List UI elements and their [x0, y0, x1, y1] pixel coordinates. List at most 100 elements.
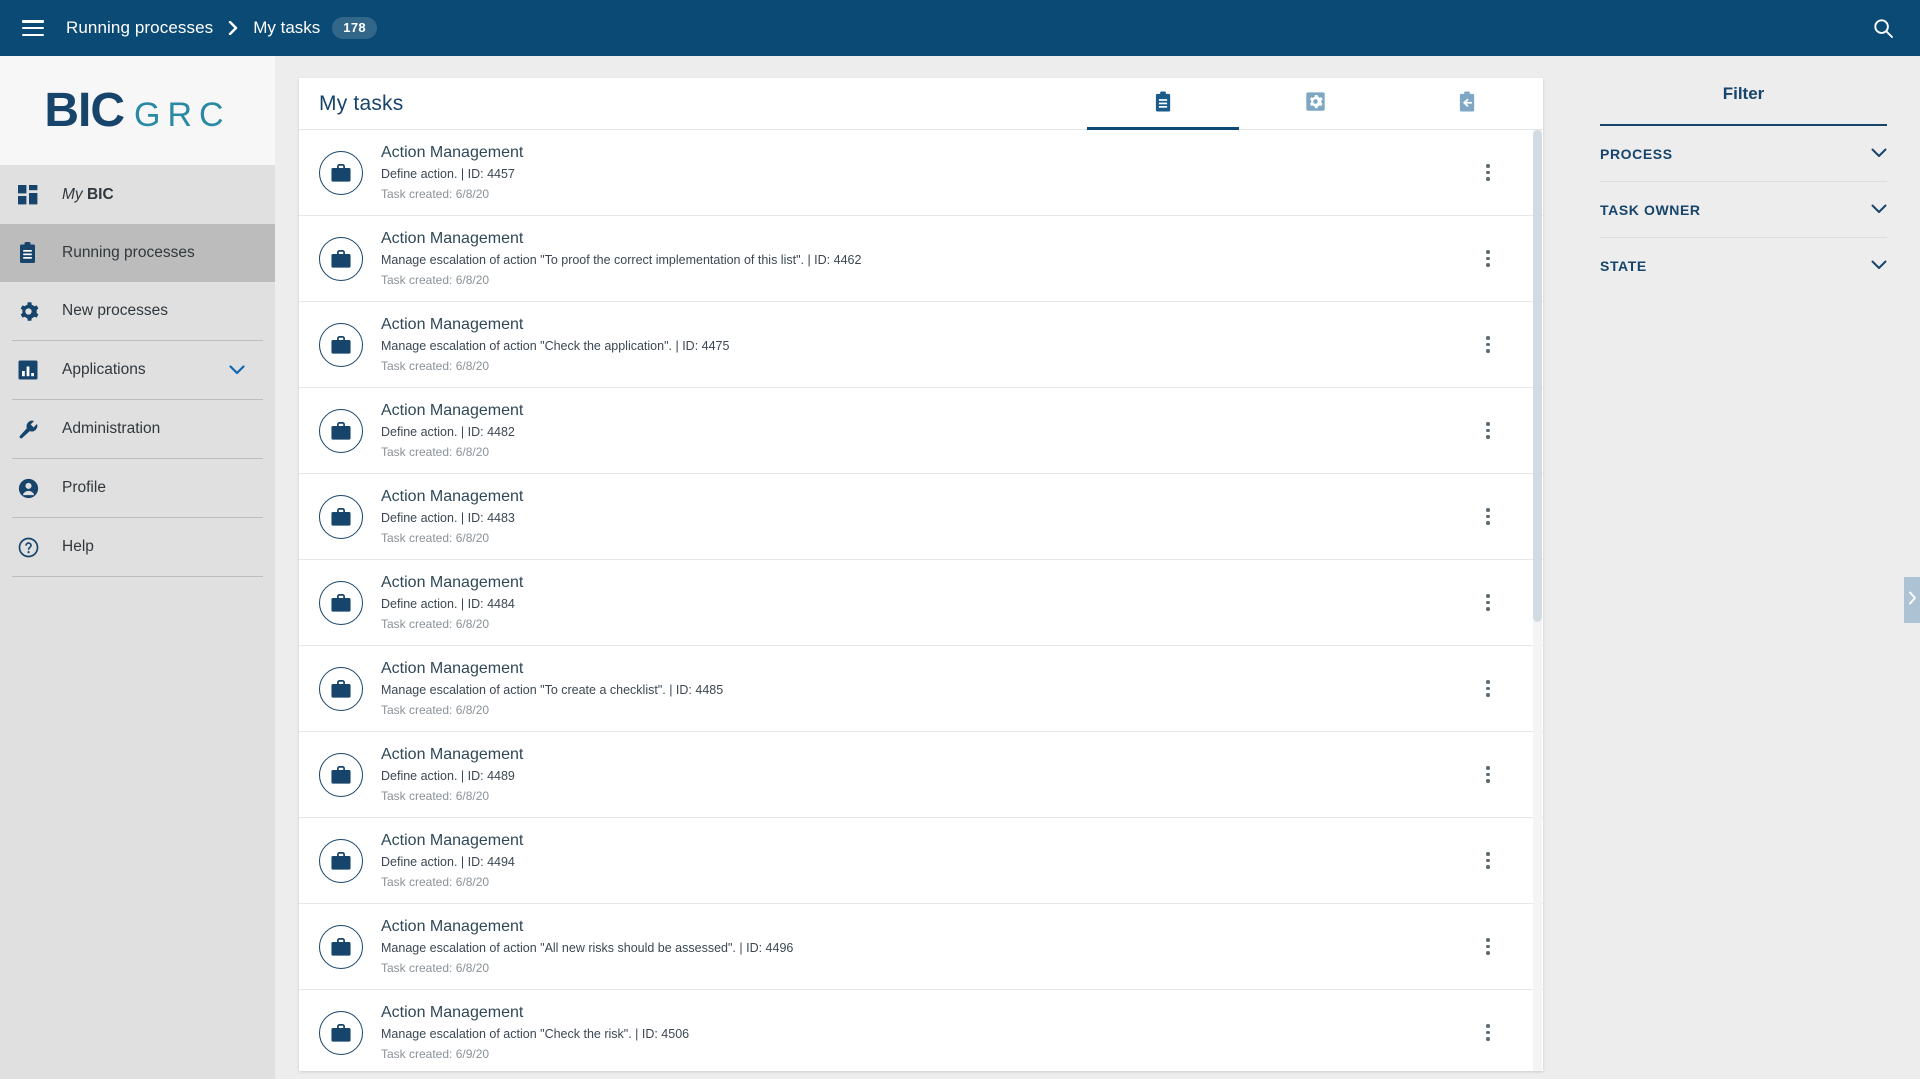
- task-subtitle: Define action. | ID: 4457: [381, 167, 515, 181]
- kebab-menu-icon[interactable]: [1471, 412, 1505, 450]
- task-created-date: Task created: 6/8/20: [381, 703, 490, 717]
- filter-group-state[interactable]: STATE: [1600, 238, 1887, 294]
- search-icon[interactable]: [1868, 13, 1898, 43]
- task-title: Action Management: [381, 918, 524, 935]
- kebab-menu-icon[interactable]: [1471, 584, 1505, 622]
- breadcrumb-current[interactable]: My tasks: [253, 18, 320, 38]
- sidebar-item-label: New processes: [62, 302, 168, 319]
- table-row[interactable]: Action Management Manage escalation of ac…: [299, 646, 1543, 732]
- briefcase-icon: [319, 150, 363, 195]
- top-bar: Running processes My tasks 178: [0, 0, 1920, 56]
- card-header: My tasks: [299, 78, 1543, 130]
- tab-settings[interactable]: [1239, 78, 1391, 130]
- sidebar-label-my: My: [62, 186, 83, 203]
- briefcase-icon: [319, 322, 363, 367]
- sidebar-item-label: Help: [62, 538, 94, 555]
- table-row[interactable]: Action Management Manage escalation of ac…: [299, 216, 1543, 302]
- main-content: My tasks Action Management Define action…: [275, 56, 1567, 1079]
- table-row[interactable]: Action Management Define action. | ID: 44…: [299, 560, 1543, 646]
- breadcrumb-parent[interactable]: Running processes: [66, 18, 213, 38]
- kebab-menu-icon[interactable]: [1471, 240, 1505, 278]
- filter-group-task-owner[interactable]: TASK OWNER: [1600, 182, 1887, 238]
- task-created-date: Task created: 6/8/20: [381, 187, 490, 201]
- clipboard-tasks-icon: [1154, 91, 1173, 118]
- briefcase-icon: [319, 752, 363, 797]
- sidebar-item-administration[interactable]: Administration: [0, 400, 275, 458]
- table-row[interactable]: Action Management Define action. | ID: 44…: [299, 388, 1543, 474]
- kebab-menu-icon[interactable]: [1471, 670, 1505, 708]
- table-row[interactable]: Action Management Manage escalation of ac…: [299, 904, 1543, 990]
- task-created-date: Task created: 6/9/20: [381, 1047, 490, 1061]
- app-logo: BIC GRC: [0, 56, 275, 166]
- briefcase-icon: [319, 580, 363, 625]
- wrench-icon: [18, 417, 48, 441]
- task-title: Action Management: [381, 230, 524, 247]
- task-created-date: Task created: 6/8/20: [381, 789, 490, 803]
- tab-bar: [1087, 78, 1543, 130]
- kebab-menu-icon[interactable]: [1471, 928, 1505, 966]
- task-created-date: Task created: 6/8/20: [381, 875, 490, 889]
- chevron-down-icon[interactable]: [229, 365, 245, 375]
- table-row[interactable]: Action Management Define action. | ID: 44…: [299, 818, 1543, 904]
- kebab-menu-icon[interactable]: [1471, 498, 1505, 536]
- chevron-down-icon[interactable]: [1871, 201, 1887, 219]
- gear-icon: [18, 299, 48, 323]
- task-title: Action Management: [381, 574, 524, 591]
- sidebar-item-label: Profile: [62, 479, 106, 496]
- sidebar-item-help[interactable]: Help: [0, 518, 275, 576]
- tab-my-tasks[interactable]: [1087, 78, 1239, 130]
- chevron-down-icon[interactable]: [1871, 257, 1887, 275]
- table-row[interactable]: Action Management Define action. | ID: 44…: [299, 130, 1543, 216]
- list-scrollbar[interactable]: [1533, 130, 1542, 1071]
- task-subtitle: Manage escalation of action "Check the r…: [381, 1027, 690, 1041]
- sidebar-item-new-processes[interactable]: New processes: [0, 282, 275, 340]
- kebab-menu-icon[interactable]: [1471, 154, 1505, 192]
- kebab-menu-icon[interactable]: [1471, 842, 1505, 880]
- task-title: Action Management: [381, 1004, 524, 1021]
- task-title: Action Management: [381, 402, 524, 419]
- sidebar: BIC GRC My BIC Running processes New pro…: [0, 56, 275, 1079]
- chevron-down-icon[interactable]: [1871, 145, 1887, 163]
- table-row[interactable]: Action Management Manage escalation of ac…: [299, 990, 1543, 1071]
- tab-completed-tasks[interactable]: [1391, 78, 1543, 130]
- kebab-menu-icon[interactable]: [1471, 1014, 1505, 1052]
- briefcase-icon: [319, 408, 363, 453]
- task-created-date: Task created: 6/8/20: [381, 445, 490, 459]
- briefcase-icon: [319, 494, 363, 539]
- kebab-menu-icon[interactable]: [1471, 756, 1505, 794]
- table-row[interactable]: Action Management Define action. | ID: 44…: [299, 732, 1543, 818]
- scrollbar-thumb[interactable]: [1533, 130, 1542, 622]
- gear-settings-icon: [1305, 91, 1326, 117]
- page-title: My tasks: [319, 91, 404, 115]
- kebab-menu-icon[interactable]: [1471, 326, 1505, 364]
- sidebar-item-applications[interactable]: Applications: [0, 341, 275, 399]
- task-subtitle: Manage escalation of action "To create a…: [381, 683, 724, 697]
- briefcase-icon: [319, 666, 363, 711]
- briefcase-icon: [319, 1010, 363, 1055]
- table-row[interactable]: Action Management Manage escalation of ac…: [299, 302, 1543, 388]
- clipboard-icon: [18, 241, 48, 265]
- sidebar-item-my-bic[interactable]: My BIC: [0, 166, 275, 224]
- task-subtitle: Define action. | ID: 4484: [381, 597, 515, 611]
- filter-panel: Filter PROCESS TASK OWNER STATE: [1567, 56, 1920, 1079]
- task-subtitle: Manage escalation of action "Check the a…: [381, 339, 730, 353]
- sidebar-item-label: Applications: [62, 361, 146, 378]
- task-subtitle: Manage escalation of action "All new ris…: [381, 941, 794, 955]
- tasks-card: My tasks Action Management Define action…: [299, 78, 1543, 1071]
- hamburger-menu-icon[interactable]: [22, 20, 44, 36]
- task-title: Action Management: [381, 832, 524, 849]
- sidebar-item-label: Administration: [62, 420, 161, 437]
- clipboard-arrow-icon: [1458, 91, 1477, 118]
- sidebar-item-running-processes[interactable]: Running processes: [0, 224, 275, 282]
- sidebar-item-profile[interactable]: Profile: [0, 459, 275, 517]
- user-circle-icon: [18, 476, 48, 500]
- panel-collapse-handle[interactable]: [1904, 577, 1920, 623]
- task-subtitle: Manage escalation of action "To proof th…: [381, 253, 862, 267]
- help-circle-icon: [18, 535, 48, 559]
- logo-secondary-text: GRC: [134, 95, 231, 134]
- task-subtitle: Define action. | ID: 4489: [381, 769, 515, 783]
- filter-group-process[interactable]: PROCESS: [1600, 126, 1887, 182]
- sidebar-item-label: My BIC: [62, 186, 114, 204]
- sidebar-item-label: Running processes: [62, 244, 195, 261]
- table-row[interactable]: Action Management Define action. | ID: 44…: [299, 474, 1543, 560]
